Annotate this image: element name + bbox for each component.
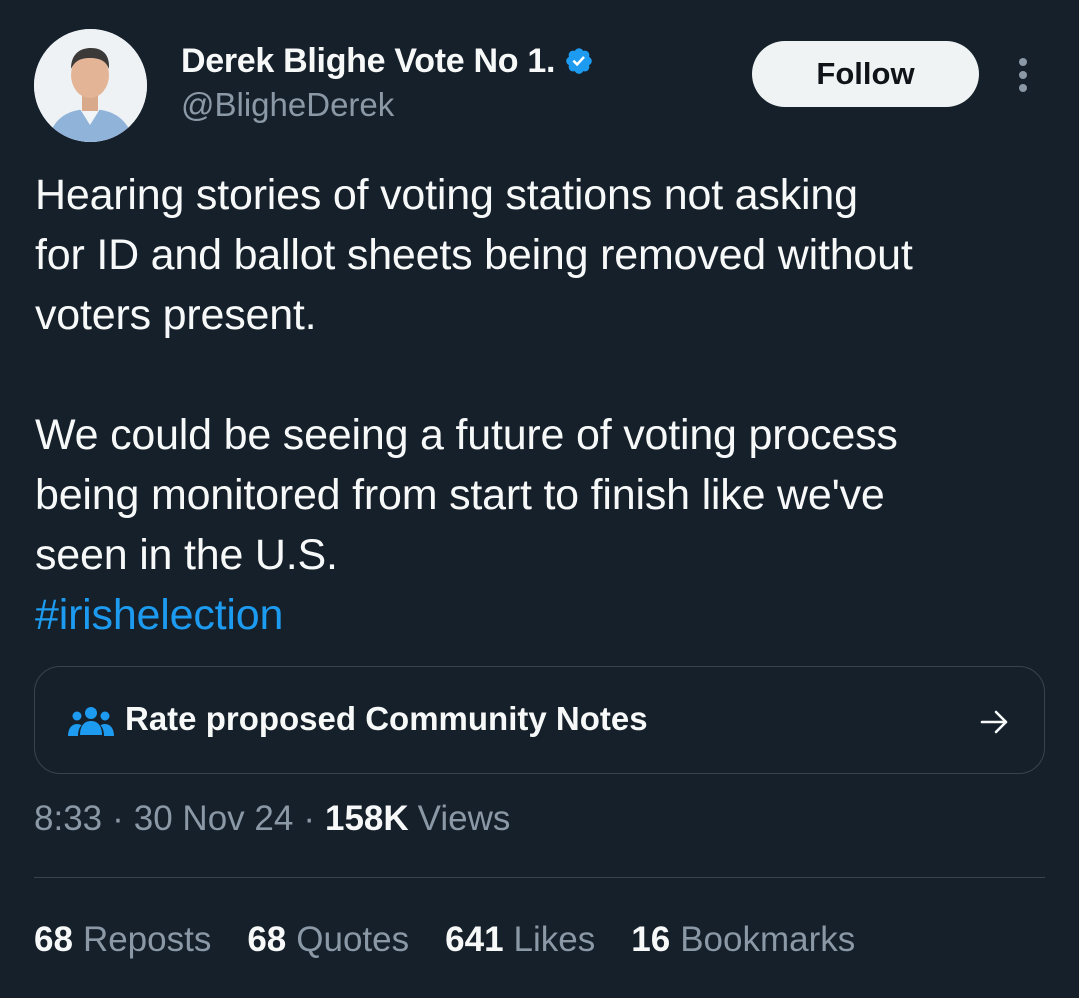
tweet-line: We could be seeing a future of voting pr… xyxy=(35,411,898,459)
more-dot xyxy=(1019,58,1027,66)
stat-count: 16 xyxy=(631,920,671,959)
tweet-line: for ID and ballot sheets being removed w… xyxy=(35,231,913,279)
follow-button[interactable]: Follow xyxy=(752,41,979,107)
divider xyxy=(34,877,1045,878)
author-name-row[interactable]: Derek Blighe Vote No 1. xyxy=(181,40,594,82)
stat-count: 68 xyxy=(34,920,73,959)
community-notes-label: Rate proposed Community Notes xyxy=(125,700,648,737)
avatar[interactable] xyxy=(34,29,147,142)
more-dot xyxy=(1019,71,1027,79)
stat-count: 641 xyxy=(445,920,504,959)
quotes-stat[interactable]: 68 Quotes xyxy=(247,920,409,960)
separator: · xyxy=(303,799,315,838)
hashtag-link[interactable]: #irishelection xyxy=(35,591,283,639)
views-label: Views xyxy=(417,799,511,838)
engagement-stats: 68 Reposts 68 Quotes 641 Likes 16 Bookmarks xyxy=(34,920,891,960)
avatar-image xyxy=(34,29,147,142)
reposts-stat[interactable]: 68 Reposts xyxy=(34,920,211,960)
tweet-meta: 8:33 · 30 Nov 24 · 158K Views xyxy=(34,799,510,839)
stat-count: 68 xyxy=(247,920,287,959)
tweet-line: voters present. xyxy=(35,291,317,339)
tweet-text: Hearing stories of voting stations not a… xyxy=(35,165,1045,645)
stat-label: Bookmarks xyxy=(680,920,856,959)
verified-badge-icon[interactable] xyxy=(564,46,594,76)
tweet-line: being monitored from start to finish lik… xyxy=(35,471,885,519)
separator: · xyxy=(112,799,124,838)
likes-stat[interactable]: 641 Likes xyxy=(445,920,595,960)
author-display-name[interactable]: Derek Blighe Vote No 1. xyxy=(181,42,555,81)
bookmarks-stat[interactable]: 16 Bookmarks xyxy=(631,920,855,960)
tweet-line: seen in the U.S. xyxy=(35,531,338,579)
community-notes-button[interactable]: Rate proposed Community Notes xyxy=(34,666,1045,774)
views-count: 158K xyxy=(325,799,409,838)
tweet-date[interactable]: 30 Nov 24 xyxy=(134,799,294,839)
arrow-right-icon xyxy=(979,707,1011,737)
tweet-time[interactable]: 8:33 xyxy=(34,799,102,839)
tweet-line: Hearing stories of voting stations not a… xyxy=(35,171,858,219)
stat-label: Quotes xyxy=(296,920,410,959)
stat-label: Likes xyxy=(513,920,596,959)
author-handle[interactable]: @BligheDerek xyxy=(181,86,394,124)
people-icon xyxy=(68,705,114,739)
more-vertical-icon[interactable] xyxy=(1006,54,1040,96)
stat-label: Reposts xyxy=(82,920,212,959)
more-dot xyxy=(1019,84,1027,92)
